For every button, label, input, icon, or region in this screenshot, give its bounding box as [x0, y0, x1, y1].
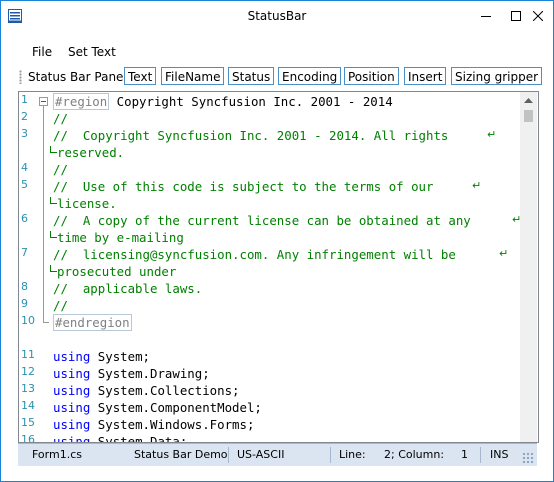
maximize-icon — [511, 11, 521, 21]
region-keyword[interactable]: #region — [53, 93, 110, 110]
menu-file[interactable]: File — [32, 45, 52, 59]
toolbar: Status Bar Panels: Text FileName Status … — [1, 65, 553, 89]
code-editor[interactable]: 1 2 3 4 5 6 7 8 9 10 11 12 13 14 15 16 #… — [18, 91, 539, 443]
status-panel-filename: Form1.cs — [32, 448, 82, 461]
code-line-4: // — [53, 162, 68, 177]
line-number: 13 — [21, 382, 35, 395]
line-number: 10 — [21, 314, 35, 327]
word-wrap-icon: ↵ — [472, 179, 482, 192]
app-window: StatusBar File Set Text Status Bar Panel… — [0, 0, 554, 482]
status-panel-column: 1 — [461, 448, 468, 461]
status-panel-status: Status Bar Demo — [134, 448, 228, 461]
code-line-10: #endregion — [53, 314, 132, 331]
line-number: 12 — [21, 365, 35, 378]
status-panel-position: 2; Column: — [384, 448, 445, 461]
endregion-keyword: #endregion — [53, 314, 132, 331]
using-keyword: using — [53, 434, 91, 443]
code-line-15: using System.ComponentModel; — [53, 399, 262, 416]
fold-collapse-icon[interactable] — [39, 97, 48, 106]
chevron-up-icon — [524, 98, 533, 103]
namespace: System.ComponentModel; — [90, 400, 262, 415]
line-number: 7 — [21, 246, 28, 259]
minimize-icon — [481, 16, 491, 17]
code-line-3-wrap: reserved. — [57, 145, 125, 160]
line-number: 16 — [21, 433, 35, 443]
panel-status-button[interactable]: Status — [228, 67, 275, 85]
minimize-button[interactable] — [471, 1, 501, 31]
vertical-scrollbar[interactable] — [520, 92, 537, 442]
code-line-6-wrap: time by e-mailing — [57, 230, 184, 245]
code-line-7: // licensing@syncfusion.com. Any infring… — [53, 247, 456, 262]
line-number: 4 — [21, 161, 28, 174]
line-number: 5 — [21, 178, 28, 191]
region-title: Copyright Syncfusion Inc. 2001 - 2014 — [109, 94, 393, 109]
code-line-1: #region Copyright Syncfusion Inc. 2001 -… — [53, 93, 393, 110]
line-number: 9 — [21, 297, 28, 310]
line-number-gutter: 1 2 3 4 5 6 7 8 9 10 11 12 13 14 15 16 — [19, 92, 37, 442]
panel-text-button[interactable]: Text — [124, 67, 157, 85]
namespace: System.Windows.Forms; — [90, 417, 255, 432]
menu-set-text[interactable]: Set Text — [68, 45, 116, 59]
status-panel-encoding: US-ASCII — [237, 448, 285, 461]
status-panel-line-label: Line: — [339, 448, 366, 461]
code-line-5: // Use of this code is subject to the te… — [53, 179, 434, 194]
panel-filename-button[interactable]: FileName — [161, 67, 225, 85]
code-line-9: // — [53, 298, 68, 313]
namespace: System; — [90, 349, 150, 364]
using-keyword: using — [53, 417, 91, 432]
word-wrap-icon: ↵ — [499, 247, 509, 260]
line-number: 1 — [21, 93, 28, 106]
code-line-2: // — [53, 111, 68, 126]
title-bar[interactable]: StatusBar — [1, 1, 553, 31]
code-line-8: // applicable laws. — [53, 281, 203, 296]
code-line-13: using System.Drawing; — [53, 365, 210, 382]
line-number: 11 — [21, 348, 35, 361]
close-icon — [533, 11, 543, 21]
line-number: 14 — [21, 399, 35, 412]
line-number: 15 — [21, 416, 35, 429]
status-separator — [228, 447, 229, 463]
code-line-17: using System.Data; — [53, 433, 188, 443]
panel-position-button[interactable]: Position — [344, 67, 399, 85]
using-keyword: using — [53, 349, 91, 364]
using-keyword: using — [53, 366, 91, 381]
namespace: System.Drawing; — [90, 366, 210, 381]
line-number: 3 — [21, 127, 28, 140]
toolbar-grip[interactable] — [19, 70, 22, 84]
line-number: 8 — [21, 280, 28, 293]
sizing-gripper[interactable] — [522, 452, 534, 464]
panel-encoding-button[interactable]: Encoding — [278, 67, 342, 85]
code-line-14: using System.Collections; — [53, 382, 240, 399]
code-line-16: using System.Windows.Forms; — [53, 416, 254, 433]
panel-insert-button[interactable]: Insert — [404, 67, 447, 85]
toolbar-label: Status Bar Panels: — [28, 70, 138, 84]
code-line-12: using System; — [53, 348, 150, 365]
status-bar: Form1.cs Status Bar Demo US-ASCII Line: … — [18, 443, 537, 466]
code-line-5-wrap: license. — [57, 196, 117, 211]
code-line-7-wrap: prosecuted under — [57, 264, 177, 279]
word-wrap-icon: ↵ — [487, 128, 497, 141]
line-number: 2 — [21, 110, 28, 123]
panel-sizing-gripper-button[interactable]: Sizing gripper — [451, 67, 543, 85]
status-panel-insert: INS — [490, 448, 509, 461]
code-line-3: // Copyright Syncfusion Inc. 2001 - 2014… — [53, 128, 449, 143]
fold-line — [43, 106, 44, 322]
using-keyword: using — [53, 383, 91, 398]
wrap-continuation-icon — [50, 146, 57, 153]
line-number: 6 — [21, 212, 28, 225]
scroll-up-button[interactable] — [520, 92, 537, 109]
close-button[interactable] — [523, 1, 553, 31]
code-line-6: // A copy of the current license can be … — [53, 213, 471, 228]
status-separator — [480, 447, 481, 463]
wrap-continuation-icon — [50, 265, 57, 272]
wrap-continuation-icon — [50, 197, 57, 204]
menu-bar: File Set Text — [1, 41, 553, 63]
fold-end — [43, 322, 49, 323]
status-separator — [330, 447, 331, 463]
scroll-thumb[interactable] — [524, 110, 533, 122]
using-keyword: using — [53, 400, 91, 415]
namespace: System.Collections; — [90, 383, 240, 398]
wrap-continuation-icon — [50, 231, 57, 238]
namespace: System.Data; — [90, 434, 188, 443]
